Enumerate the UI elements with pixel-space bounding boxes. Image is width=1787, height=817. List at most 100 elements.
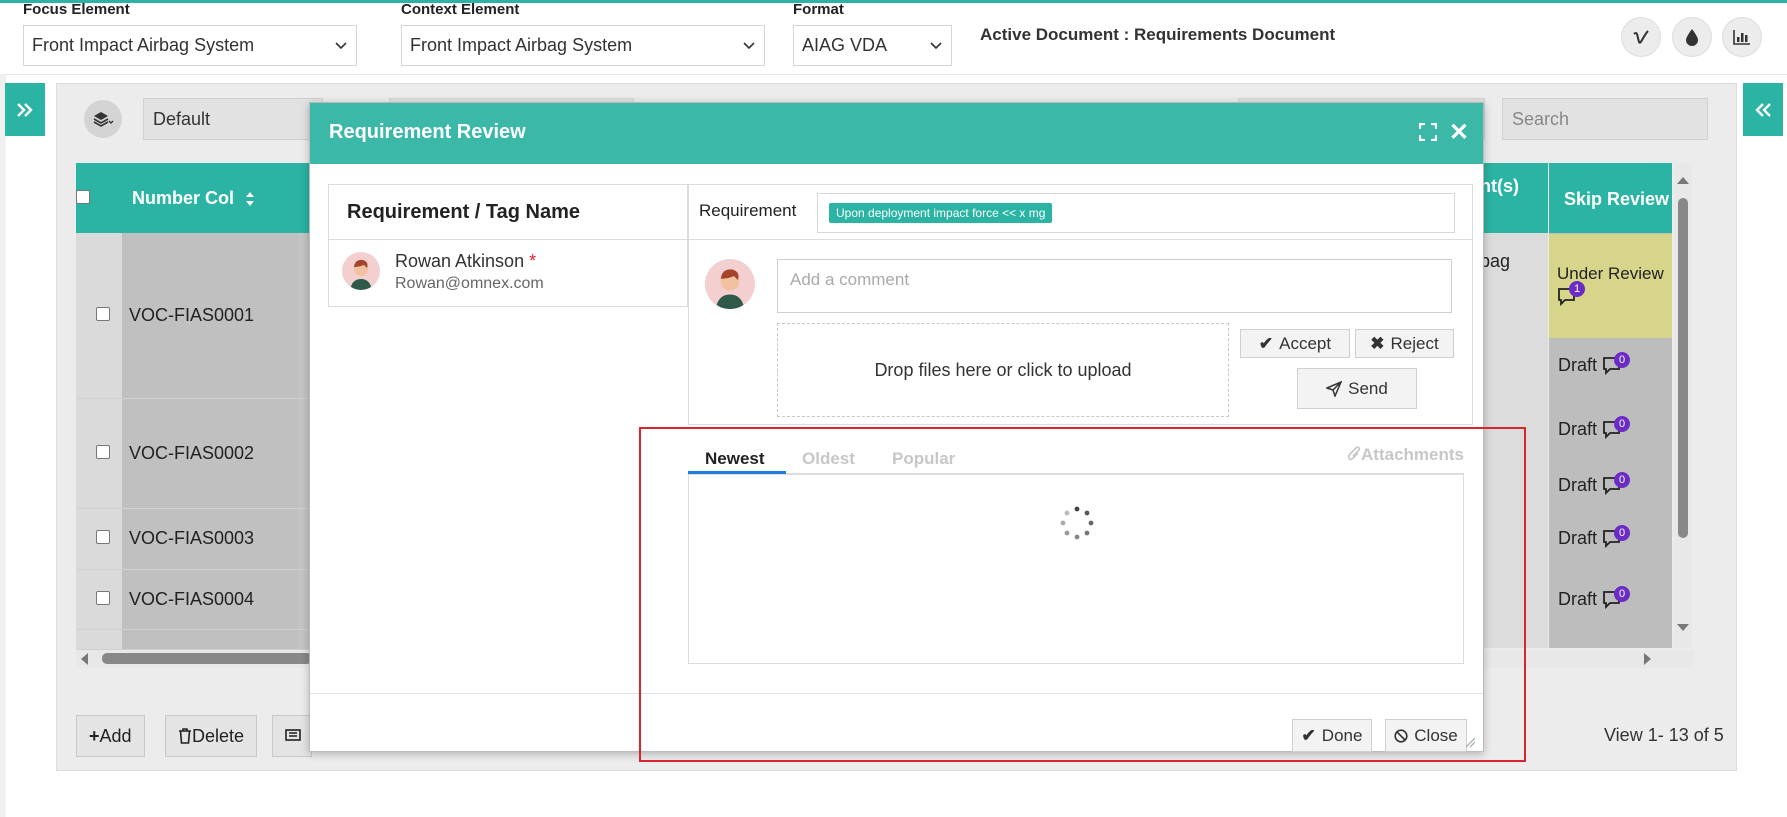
reject-button[interactable]: ✖ Reject <box>1355 329 1454 358</box>
row-entity: bag <box>1480 251 1511 271</box>
comment-count: 1 <box>1569 280 1585 297</box>
highlight-annotation-box <box>639 427 1526 762</box>
avatar <box>705 259 755 309</box>
file-dropzone[interactable]: Drop files here or click to upload <box>777 323 1229 417</box>
dialog-header: Requirement Review ✕ <box>310 103 1483 164</box>
expand-right-panel-button[interactable] <box>1743 83 1783 136</box>
accept-label: Accept <box>1279 333 1332 353</box>
table-row[interactable]: VOC-FIAS0004 <box>76 569 322 630</box>
required-marker: * <box>529 251 537 271</box>
list-icon <box>285 729 301 741</box>
accept-button[interactable]: ✔ Accept <box>1240 329 1350 358</box>
format-select[interactable]: AIAG VDA <box>793 25 952 66</box>
comment-badge[interactable]: 0 <box>1602 352 1631 376</box>
comment-count: 0 <box>1614 352 1631 369</box>
view-select[interactable]: Default <box>143 98 323 140</box>
row-number: VOC-FIAS0003 <box>122 508 298 570</box>
add-button[interactable]: +Add <box>76 715 145 757</box>
format-value: AIAG VDA <box>802 35 888 55</box>
table-row[interactable]: VOC-FIAS0002 <box>76 398 322 509</box>
row-checkbox[interactable] <box>95 590 110 605</box>
comment-badge[interactable]: 0 <box>1602 472 1631 496</box>
row-checkbox[interactable] <box>95 444 110 459</box>
status-text: Draft <box>1558 475 1598 495</box>
comment-badge[interactable]: 0 <box>1602 525 1631 549</box>
table-row[interactable]: VOC-FIAS0001 <box>76 233 322 399</box>
context-element-select[interactable]: Front Impact Airbag System <box>401 25 765 66</box>
double-chevron-left-icon <box>1755 102 1771 117</box>
status-text: Draft <box>1558 419 1598 439</box>
select-all-checkbox[interactable] <box>76 189 90 204</box>
row-checkbox-cell <box>76 398 122 509</box>
comment-count: 0 <box>1614 525 1631 542</box>
row-checkbox[interactable] <box>95 306 110 321</box>
entities-col-header[interactable]: nt(s) <box>1480 163 1548 233</box>
vertical-scrollbar[interactable] <box>1674 163 1692 648</box>
table-row[interactable] <box>76 629 322 650</box>
expand-left-panel-button[interactable] <box>5 83 45 136</box>
pager-view-count: View 1- 13 of 5 <box>1604 725 1724 745</box>
close-icon[interactable]: ✕ <box>1449 121 1469 145</box>
table-row[interactable]: VOC-FIAS0003 <box>76 508 322 570</box>
comment-placeholder: Add a comment <box>790 270 910 289</box>
dropzone-text: Drop files here or click to upload <box>874 359 1132 380</box>
status-cell[interactable]: Draft 0 <box>1549 525 1672 549</box>
chevron-down-icon <box>335 42 347 50</box>
scroll-down-icon <box>1677 624 1689 631</box>
requirement-field: Upon deployment impact force << x mg <box>817 193 1455 233</box>
number-col-label: Number Col <box>132 187 235 208</box>
view-select-value: Default <box>153 109 211 129</box>
status-cell[interactable]: Draft 0 <box>1549 586 1672 610</box>
status-cell-under-review[interactable]: Under Review 1 <box>1549 234 1672 338</box>
comment-input[interactable]: Add a comment <box>777 259 1452 313</box>
comment-count: 0 <box>1614 472 1631 489</box>
x-icon: ✖ <box>1370 333 1385 353</box>
status-cell[interactable]: Draft 0 <box>1549 472 1672 496</box>
vimeo-icon <box>1633 30 1649 44</box>
plus-icon: + <box>89 726 100 746</box>
chevron-down-icon <box>930 42 942 50</box>
horizontal-scroll-thumb[interactable] <box>102 653 312 664</box>
row-number: VOC-FIAS0001 <box>122 233 298 399</box>
send-icon <box>1326 380 1343 397</box>
send-button[interactable]: Send <box>1297 368 1417 409</box>
double-chevron-right-icon <box>17 102 33 117</box>
skip-review-col-header[interactable]: Skip Review <box>1549 163 1672 233</box>
focus-element-select[interactable]: Front Impact Airbag System <box>23 25 357 66</box>
more-button[interactable] <box>272 715 312 757</box>
vimeo-button[interactable] <box>1621 17 1661 57</box>
layers-icon <box>93 112 114 127</box>
layers-button[interactable] <box>84 100 122 138</box>
skip-review-col-label: Skip Review <box>1564 189 1670 209</box>
status-cell[interactable]: Draft 0 <box>1549 352 1672 376</box>
reviewer-email: Rowan@omnex.com <box>395 275 544 292</box>
search-input[interactable]: Search <box>1502 98 1708 140</box>
row-number <box>122 629 298 650</box>
requirement-bar: Requirement Upon deployment impact force… <box>688 184 1473 240</box>
chart-button[interactable] <box>1722 17 1762 57</box>
comment-badge[interactable]: 1 <box>1557 280 1585 306</box>
status-cell[interactable]: Draft 0 <box>1549 416 1672 440</box>
bar-chart-icon <box>1733 30 1750 45</box>
row-checkbox[interactable] <box>95 530 110 544</box>
scroll-up-icon <box>1677 177 1689 184</box>
vertical-scroll-thumb[interactable] <box>1678 198 1688 538</box>
comment-badge[interactable]: 0 <box>1602 416 1631 440</box>
left-edge <box>0 74 6 817</box>
status-text: Draft <box>1558 528 1598 548</box>
row-number: VOC-FIAS0002 <box>122 398 298 509</box>
row-number: VOC-FIAS0004 <box>122 569 298 630</box>
reviewer-name: Rowan Atkinson * <box>395 251 536 272</box>
status-text: Draft <box>1558 355 1598 375</box>
context-element-label: Context Element <box>401 1 520 18</box>
drop-button[interactable] <box>1672 17 1712 57</box>
delete-button[interactable]: Delete <box>165 715 258 757</box>
reviewer-row[interactable]: Rowan Atkinson * Rowan@omnex.com <box>328 239 688 307</box>
fullscreen-icon[interactable] <box>1419 123 1437 141</box>
scroll-right-icon <box>1644 653 1651 665</box>
number-col-header[interactable]: Number Col <box>122 163 298 233</box>
comment-badge[interactable]: 0 <box>1602 586 1631 610</box>
check-icon: ✔ <box>1258 333 1274 353</box>
drop-icon <box>1686 29 1698 46</box>
requirement-tag-header: Requirement / Tag Name <box>328 184 688 240</box>
